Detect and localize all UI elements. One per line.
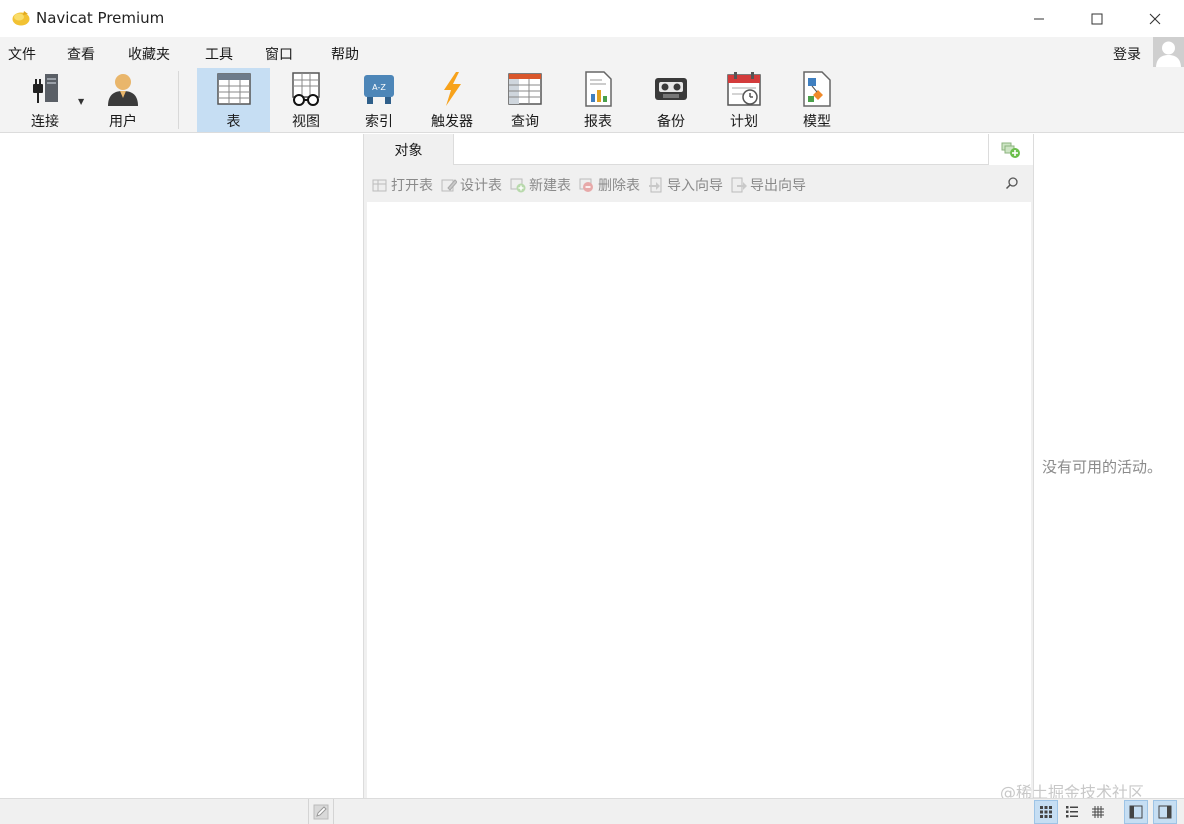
left-pane-icon: [1129, 805, 1143, 819]
delete-table-button[interactable]: 删除表: [579, 175, 640, 195]
query-icon: [505, 70, 545, 108]
export-wizard-icon: [731, 177, 747, 193]
toolbar-trigger-button[interactable]: 触发器: [420, 68, 484, 132]
grid-view-button[interactable]: [1034, 800, 1058, 824]
main-toolbar: 连接 ▼ 用户 表 视图 A-Z 索引 触发器 查询 报表 备份 计划 模型: [0, 67, 1184, 133]
menu-help[interactable]: 帮助: [331, 44, 359, 64]
tab-objects[interactable]: 对象: [364, 134, 453, 165]
window-title: Navicat Premium: [36, 9, 165, 27]
menu-bar: 文件 查看 收藏夹 工具 窗口 帮助 登录: [0, 37, 1184, 67]
toolbar-model-label: 模型: [803, 114, 831, 130]
navicat-logo-icon: [11, 8, 31, 28]
toolbar-divider: [178, 71, 179, 129]
maximize-button[interactable]: [1068, 0, 1126, 37]
right-pane-toggle-button[interactable]: [1153, 800, 1177, 824]
title-bar: Navicat Premium: [0, 0, 1184, 37]
trigger-icon: [432, 70, 472, 108]
import-wizard-label: 导入向导: [667, 178, 723, 194]
object-panel: 对象 打开表 设计表 新建表 删除表 导入向导 导出向导: [364, 134, 1033, 798]
menu-window[interactable]: 窗口: [265, 44, 293, 64]
toolbar-index-button[interactable]: A-Z 索引: [347, 68, 411, 132]
object-list[interactable]: [367, 202, 1031, 798]
minimize-icon: [1034, 18, 1044, 19]
object-action-bar: 打开表 设计表 新建表 删除表 导入向导 导出向导: [364, 170, 1033, 200]
report-icon: [578, 70, 618, 108]
toolbar-table-button[interactable]: 表: [197, 68, 270, 132]
connection-tree-panel[interactable]: [0, 134, 364, 798]
toolbar-schedule-label: 计划: [730, 114, 758, 130]
delete-table-icon: [579, 178, 593, 192]
pencil-icon: [313, 804, 329, 819]
index-icon: A-Z: [359, 70, 399, 108]
view-icon: [286, 70, 326, 108]
edit-note-button[interactable]: [308, 799, 334, 824]
minimize-button[interactable]: [1010, 0, 1068, 37]
tab-bar-empty-area: [453, 134, 988, 165]
close-icon: [1149, 13, 1161, 24]
open-table-button[interactable]: 打开表: [372, 175, 433, 195]
add-tab-icon: [1001, 142, 1020, 158]
toolbar-view-button[interactable]: 视图: [274, 68, 338, 132]
toolbar-user-button[interactable]: 用户: [93, 68, 153, 132]
list-view-icon: [1066, 806, 1078, 818]
menu-favorites[interactable]: 收藏夹: [128, 44, 170, 64]
toolbar-user-label: 用户: [109, 114, 137, 130]
toolbar-schedule-button[interactable]: 计划: [712, 68, 776, 132]
delete-table-label: 删除表: [598, 178, 640, 194]
table-icon: [214, 70, 254, 108]
open-table-icon: [372, 179, 387, 192]
new-table-icon: [510, 178, 526, 193]
no-activity-message: 没有可用的活动。: [1042, 458, 1163, 476]
toolbar-report-button[interactable]: 报表: [566, 68, 630, 132]
toolbar-query-label: 查询: [511, 114, 539, 130]
right-pane-icon: [1158, 805, 1172, 819]
menu-tools[interactable]: 工具: [205, 44, 233, 64]
avatar[interactable]: [1153, 37, 1184, 68]
object-tab-bar: 对象: [364, 134, 1033, 165]
info-panel: 没有可用的活动。: [1033, 134, 1184, 798]
schedule-icon: [724, 70, 764, 108]
svg-text:A-Z: A-Z: [372, 83, 386, 92]
connection-icon: [25, 70, 65, 108]
chevron-down-icon[interactable]: ▼: [78, 97, 84, 106]
menu-file[interactable]: 文件: [8, 44, 36, 64]
toolbar-view-label: 视图: [292, 114, 320, 130]
new-tab-button[interactable]: [988, 134, 1033, 165]
toolbar-connection-button[interactable]: 连接: [15, 68, 75, 132]
design-table-label: 设计表: [460, 178, 502, 194]
import-wizard-icon: [649, 177, 662, 193]
grid-view-icon: [1040, 806, 1052, 818]
model-icon: [797, 70, 837, 108]
status-bar: [0, 798, 1184, 824]
detail-view-button[interactable]: [1086, 800, 1110, 824]
new-table-button[interactable]: 新建表: [510, 175, 571, 195]
toolbar-query-button[interactable]: 查询: [493, 68, 557, 132]
design-table-icon: [441, 179, 457, 192]
toolbar-backup-button[interactable]: 备份: [639, 68, 703, 132]
toolbar-connection-label: 连接: [31, 114, 59, 130]
close-button[interactable]: [1126, 0, 1184, 37]
user-icon: [103, 70, 143, 108]
toolbar-backup-label: 备份: [657, 114, 685, 130]
toolbar-table-label: 表: [226, 114, 241, 130]
toolbar-trigger-label: 触发器: [431, 114, 473, 130]
menu-view[interactable]: 查看: [67, 44, 95, 64]
login-button[interactable]: 登录: [1113, 44, 1141, 64]
search-icon[interactable]: [1005, 176, 1019, 194]
import-wizard-button[interactable]: 导入向导: [648, 175, 723, 195]
backup-icon: [651, 70, 691, 108]
maximize-icon: [1091, 13, 1103, 24]
list-view-button[interactable]: [1060, 800, 1084, 824]
export-wizard-button[interactable]: 导出向导: [731, 175, 806, 195]
open-table-label: 打开表: [391, 178, 433, 194]
design-table-button[interactable]: 设计表: [441, 175, 502, 195]
left-pane-toggle-button[interactable]: [1124, 800, 1148, 824]
avatar-icon: [1156, 41, 1181, 68]
detail-view-icon: [1092, 806, 1104, 818]
toolbar-index-label: 索引: [365, 114, 393, 130]
toolbar-report-label: 报表: [584, 114, 612, 130]
export-wizard-label: 导出向导: [750, 178, 806, 194]
new-table-label: 新建表: [529, 178, 571, 194]
toolbar-model-button[interactable]: 模型: [785, 68, 849, 132]
